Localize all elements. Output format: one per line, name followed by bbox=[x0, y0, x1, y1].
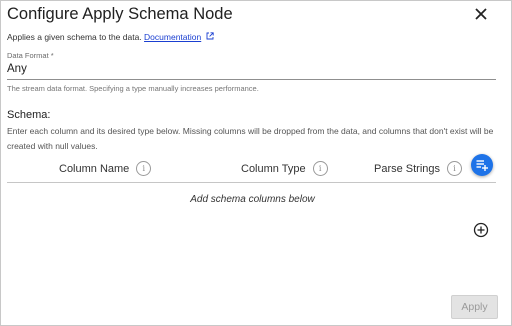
column-header-label: Column Name bbox=[59, 162, 130, 175]
documentation-link[interactable]: Documentation bbox=[144, 32, 201, 42]
column-header-name: Column Name i bbox=[59, 161, 152, 176]
schema-label: Schema: bbox=[7, 109, 51, 121]
plus-circle-icon[interactable] bbox=[473, 222, 489, 238]
close-icon[interactable] bbox=[473, 6, 489, 22]
info-icon[interactable]: i bbox=[312, 161, 328, 176]
info-icon[interactable]: i bbox=[136, 161, 152, 176]
data-format-label: Data Format * bbox=[7, 51, 54, 60]
playlist-add-icon bbox=[476, 160, 488, 171]
schema-description: Enter each column and its desired type b… bbox=[7, 126, 494, 151]
column-header-label: Column Type bbox=[241, 162, 306, 175]
dialog-title: Configure Apply Schema Node bbox=[7, 5, 233, 23]
column-header-parse-strings: Parse Strings i bbox=[374, 161, 463, 176]
empty-schema-message: Add schema columns below bbox=[190, 194, 315, 205]
data-format-helper: The stream data format. Specifying a typ… bbox=[7, 84, 259, 93]
info-icon[interactable]: i bbox=[447, 161, 463, 176]
subtitle-text: Applies a given schema to the data. bbox=[7, 32, 142, 42]
data-format-select[interactable]: Any bbox=[7, 63, 496, 80]
dialog-subtitle: Applies a given schema to the data. Docu… bbox=[7, 32, 214, 42]
external-link-icon[interactable] bbox=[206, 32, 214, 40]
schema-header-divider bbox=[7, 182, 496, 183]
add-columns-button[interactable] bbox=[471, 154, 493, 176]
apply-schema-dialog: Configure Apply Schema Node Applies a gi… bbox=[0, 0, 512, 326]
column-header-type: Column Type i bbox=[241, 161, 328, 176]
column-header-label: Parse Strings bbox=[374, 162, 441, 175]
apply-button[interactable]: Apply bbox=[451, 295, 498, 319]
